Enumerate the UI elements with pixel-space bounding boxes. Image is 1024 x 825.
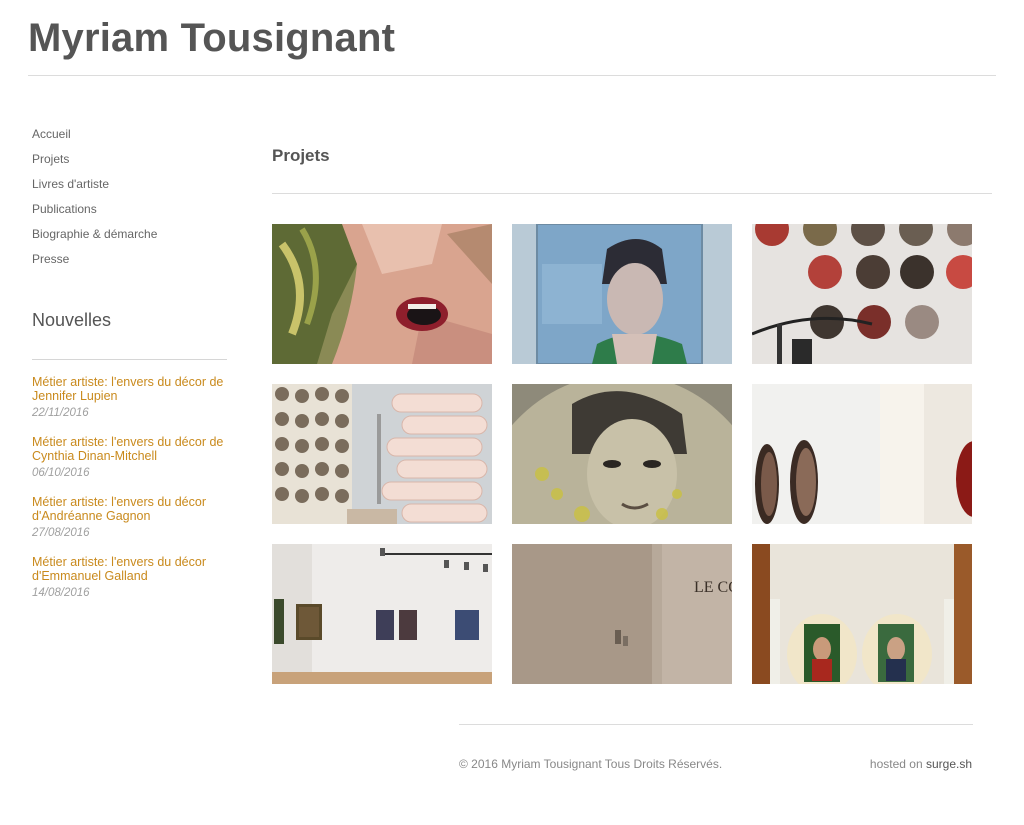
project-thumbnail-textured-face[interactable] bbox=[512, 384, 732, 524]
wall-text: LE CORP bbox=[694, 579, 732, 596]
paper-rolls-image bbox=[272, 384, 492, 524]
news-list: Métier artiste: l'envers du décor de Jen… bbox=[32, 375, 227, 615]
nav-item-publications: Publications bbox=[32, 200, 157, 225]
news-link[interactable]: Métier artiste: l'envers du décor d'Andr… bbox=[32, 495, 227, 523]
nav-item-projets: Projets bbox=[32, 150, 157, 175]
lit-portraits-image bbox=[752, 544, 972, 684]
project-thumbnail-painted-face[interactable] bbox=[272, 224, 492, 364]
nav-link-publications[interactable]: Publications bbox=[32, 201, 97, 217]
copyright-text: © 2016 Myriam Tousignant Tous Droits Rés… bbox=[459, 757, 723, 771]
news-item: Métier artiste: l'envers du décor de Cyn… bbox=[32, 435, 227, 495]
textured-face-image bbox=[512, 384, 732, 524]
news-heading: Nouvelles bbox=[32, 310, 112, 330]
news-item: Métier artiste: l'envers du décor d'Andr… bbox=[32, 495, 227, 555]
news-link[interactable]: Métier artiste: l'envers du décor de Jen… bbox=[32, 375, 227, 403]
surge-link[interactable]: surge.sh bbox=[926, 757, 972, 771]
project-thumbnail-lit-portraits[interactable] bbox=[752, 544, 972, 684]
site-title[interactable]: Myriam Tousignant bbox=[28, 16, 395, 61]
blue-portrait-image bbox=[512, 224, 732, 364]
news-date: 27/08/2016 bbox=[32, 527, 90, 539]
nav-item-biographie: Biographie & démarche bbox=[32, 225, 157, 250]
header-divider bbox=[28, 75, 996, 76]
circles-wall-image bbox=[752, 224, 972, 364]
project-thumbnail-discs[interactable] bbox=[752, 384, 972, 524]
nav-link-accueil[interactable]: Accueil bbox=[32, 126, 71, 142]
wall-text-image: LE CORP bbox=[512, 544, 732, 684]
footer-divider bbox=[459, 724, 973, 725]
project-gallery: LE CORP bbox=[272, 224, 972, 684]
news-divider bbox=[32, 359, 227, 360]
main-nav: Accueil Projets Livres d'artiste Publica… bbox=[32, 125, 157, 275]
project-thumbnail-paper-rolls[interactable] bbox=[272, 384, 492, 524]
nav-item-presse: Presse bbox=[32, 250, 157, 275]
content-divider bbox=[272, 193, 992, 194]
nav-link-presse[interactable]: Presse bbox=[32, 251, 69, 267]
gallery-room-image bbox=[272, 544, 492, 684]
nav-item-livres: Livres d'artiste bbox=[32, 175, 157, 200]
news-date: 14/08/2016 bbox=[32, 587, 90, 599]
news-date: 22/11/2016 bbox=[32, 407, 89, 419]
hosted-prefix: hosted on bbox=[869, 757, 923, 771]
project-thumbnail-gallery-room[interactable] bbox=[272, 544, 492, 684]
nav-link-biographie[interactable]: Biographie & démarche bbox=[32, 226, 157, 242]
hosted-on: hosted on surge.sh bbox=[870, 757, 972, 771]
news-item: Métier artiste: l'envers du décor d'Emma… bbox=[32, 555, 227, 615]
nav-link-livres[interactable]: Livres d'artiste bbox=[32, 176, 109, 192]
project-thumbnail-blue-portrait[interactable] bbox=[512, 224, 732, 364]
project-thumbnail-circles-wall[interactable] bbox=[752, 224, 972, 364]
nav-link-projets[interactable]: Projets bbox=[32, 151, 69, 167]
news-link[interactable]: Métier artiste: l'envers du décor de Cyn… bbox=[32, 435, 227, 463]
discs-image bbox=[752, 384, 972, 524]
news-date: 06/10/2016 bbox=[32, 467, 90, 479]
news-link[interactable]: Métier artiste: l'envers du décor d'Emma… bbox=[32, 555, 227, 583]
page-title: Projets bbox=[272, 146, 330, 165]
nav-item-accueil: Accueil bbox=[32, 125, 157, 150]
project-thumbnail-wall-text[interactable]: LE CORP bbox=[512, 544, 732, 684]
news-item: Métier artiste: l'envers du décor de Jen… bbox=[32, 375, 227, 435]
painted-face-image bbox=[272, 224, 492, 364]
